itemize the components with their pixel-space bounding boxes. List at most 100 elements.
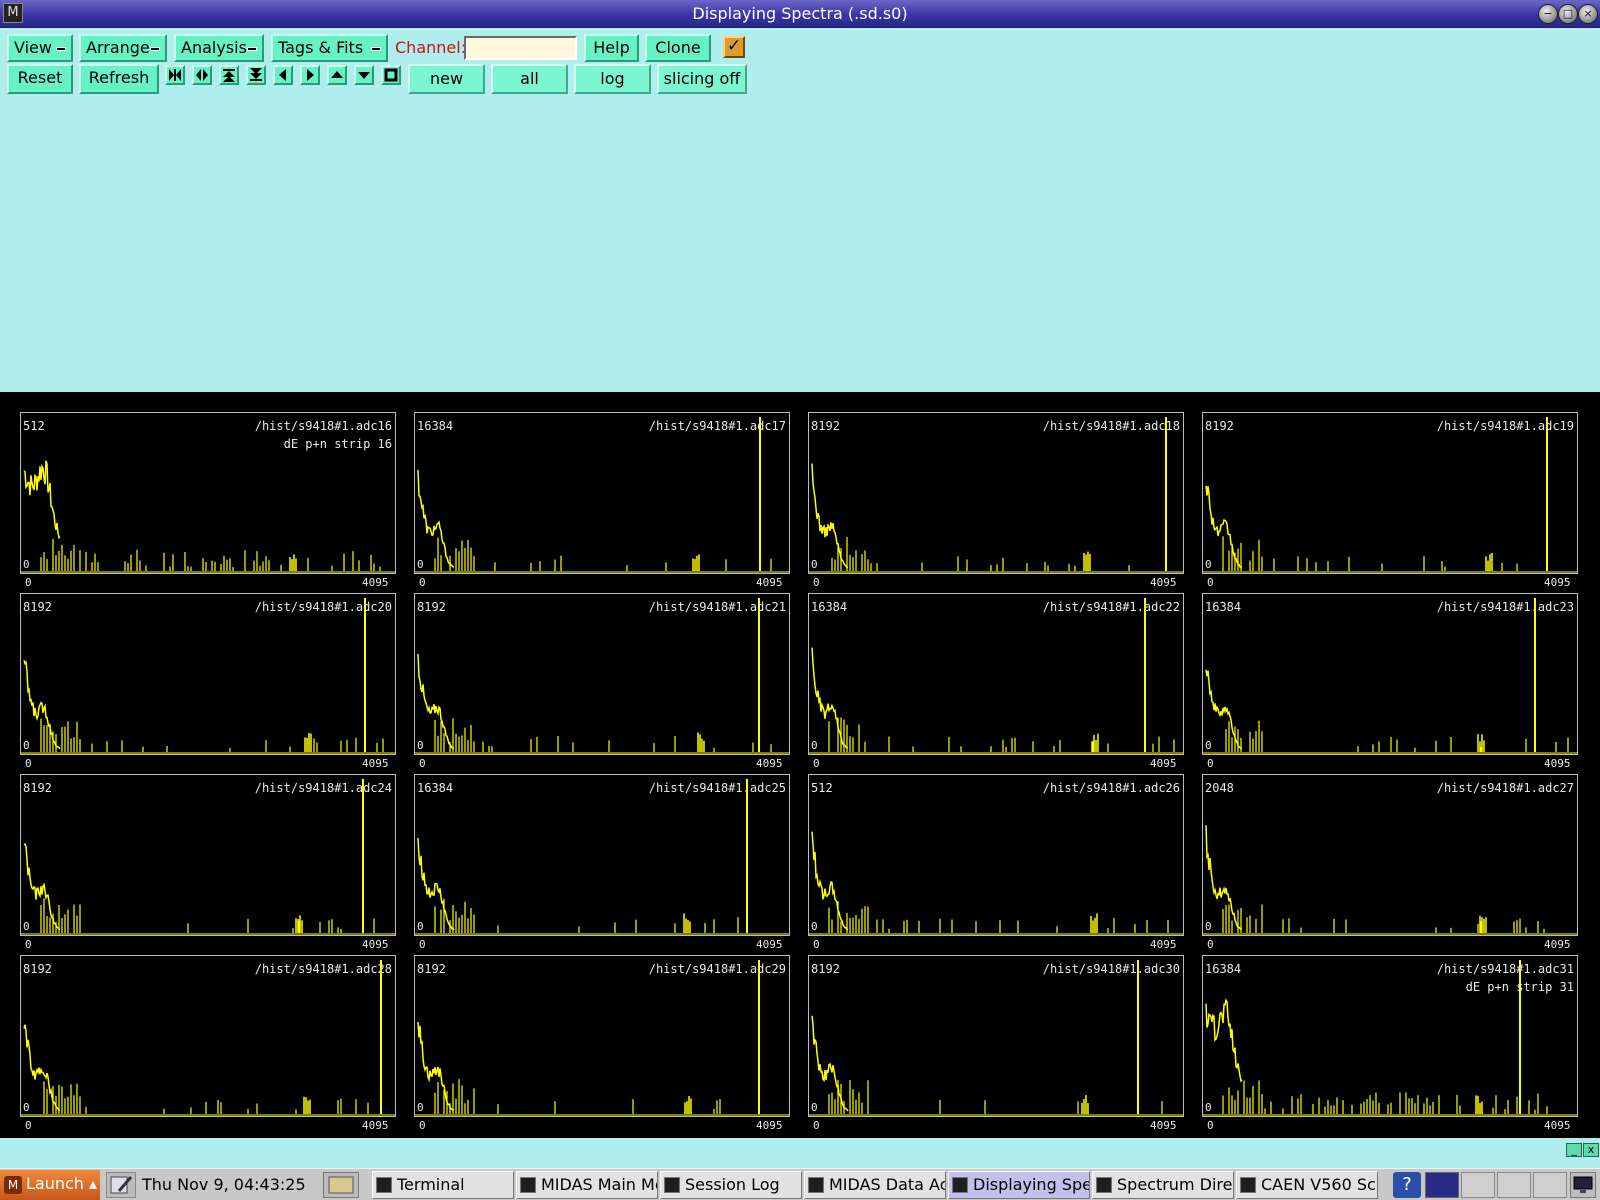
all-button[interactable]: all bbox=[491, 64, 568, 94]
spectrum-y-max: 8192 bbox=[417, 962, 446, 976]
task-displaying-spectra[interactable]: Displaying Spe bbox=[948, 1171, 1090, 1199]
top-icon[interactable] bbox=[219, 65, 239, 85]
spectrum-low-hump bbox=[1205, 998, 1243, 1083]
spectrum-panel[interactable]: 8192/hist/s9418#1.adc30 0 bbox=[808, 955, 1184, 1117]
task-midas-data[interactable]: MIDAS Data Ac bbox=[804, 1171, 946, 1199]
workspace-3[interactable] bbox=[1497, 1172, 1531, 1198]
spectrum-y-max: 8192 bbox=[23, 600, 52, 614]
spectrum-panel[interactable]: 16384/hist/s9418#1.adc25 0 bbox=[414, 774, 790, 936]
spectrum-plot bbox=[21, 960, 395, 1116]
task-caen-v560[interactable]: CAEN V560 Sc bbox=[1236, 1171, 1378, 1199]
slicing-button[interactable]: slicing off bbox=[657, 64, 747, 94]
spectrum-panel[interactable]: 16384/hist/s9418#1.adc31 dE p+n strip 31 0 bbox=[1202, 955, 1578, 1117]
expand-icon[interactable] bbox=[192, 65, 212, 85]
axis-x-max: 4095 bbox=[756, 1119, 783, 1132]
axis-x-min: 0 bbox=[1207, 1119, 1214, 1132]
spectrum-panel[interactable]: 8192/hist/s9418#1.adc19 0 bbox=[1202, 412, 1578, 574]
maximize-icon[interactable]: □ bbox=[1558, 4, 1578, 24]
desktop-icon[interactable] bbox=[323, 1172, 359, 1198]
menu-arrange[interactable]: Arrange bbox=[79, 34, 167, 62]
edit-icon[interactable] bbox=[106, 1172, 136, 1198]
axis-x-max: 4095 bbox=[1150, 576, 1177, 589]
left-icon[interactable] bbox=[273, 65, 293, 85]
menu-tags-fits[interactable]: Tags & Fits bbox=[271, 34, 388, 62]
spectrum-y-max: 16384 bbox=[1205, 962, 1242, 976]
menu-arrow-icon bbox=[150, 47, 160, 51]
spectrum-panel[interactable]: 8192/hist/s9418#1.adc24 0 bbox=[20, 774, 396, 936]
spectrum-panel[interactable]: 8192/hist/s9418#1.adc28 0 bbox=[20, 955, 396, 1117]
spectrum-plot bbox=[809, 417, 1183, 573]
workspace-1[interactable] bbox=[1425, 1172, 1459, 1198]
new-button[interactable]: new bbox=[408, 64, 485, 94]
spectrum-panel[interactable]: 16384/hist/s9418#1.adc23 0 bbox=[1202, 593, 1578, 755]
dismiss-icon[interactable]: x bbox=[1583, 1143, 1599, 1157]
spectrum-low-hump bbox=[23, 1024, 61, 1112]
spectrum-y-min: 0 bbox=[23, 1101, 30, 1114]
right-icon[interactable] bbox=[300, 65, 320, 85]
spectrum-low-hump bbox=[23, 843, 61, 931]
workspace-2[interactable] bbox=[1461, 1172, 1495, 1198]
menu-label: View bbox=[14, 38, 52, 57]
spectra-canvas[interactable]: 512/hist/s9418#1.adc16 dE p+n strip 16 0 0 4… bbox=[0, 392, 1600, 1138]
spectrum-panel[interactable]: 8192/hist/s9418#1.adc18 0 bbox=[808, 412, 1184, 574]
task-midas-main[interactable]: MIDAS Main Me bbox=[516, 1171, 658, 1199]
spectrum-low-hump bbox=[23, 460, 61, 540]
axis-x-max: 4095 bbox=[1150, 1119, 1177, 1132]
iconify-icon[interactable]: _ bbox=[1566, 1143, 1582, 1157]
spectrum-panel[interactable]: 2048/hist/s9418#1.adc27 0 bbox=[1202, 774, 1578, 936]
task-terminal[interactable]: Terminal bbox=[372, 1171, 514, 1199]
axis-x-min: 0 bbox=[813, 576, 820, 589]
down-icon[interactable] bbox=[354, 65, 374, 85]
spectrum-panel[interactable]: 8192/hist/s9418#1.adc21 0 bbox=[414, 593, 790, 755]
spectrum-y-max: 8192 bbox=[811, 962, 840, 976]
stop-icon[interactable] bbox=[381, 65, 401, 85]
first-icon[interactable] bbox=[165, 65, 185, 85]
axis-x-min: 0 bbox=[25, 757, 32, 770]
spectrum-low-hump bbox=[417, 469, 455, 568]
midas-icon bbox=[808, 1177, 824, 1193]
close-icon[interactable]: × bbox=[1578, 4, 1598, 24]
task-spectrum-directory[interactable]: Spectrum Direc bbox=[1092, 1171, 1234, 1199]
spectrum-y-min: 0 bbox=[1205, 739, 1212, 752]
spectrum-plot bbox=[415, 779, 789, 935]
spectrum-low-hump bbox=[1205, 669, 1243, 750]
task-session-log[interactable]: Session Log bbox=[660, 1171, 802, 1199]
menu-view[interactable]: View bbox=[7, 34, 73, 62]
axis-x-min: 0 bbox=[1207, 576, 1214, 589]
axis-x-min: 0 bbox=[419, 1119, 426, 1132]
spectrum-low-hump bbox=[23, 660, 61, 750]
spectrum-low-hump bbox=[417, 837, 455, 931]
clone-button[interactable]: Clone bbox=[645, 34, 711, 62]
help-button[interactable]: Help bbox=[584, 34, 639, 62]
reset-button[interactable]: Reset bbox=[7, 64, 73, 94]
axis-x-min: 0 bbox=[813, 938, 820, 951]
title-bar[interactable]: M Displaying Spectra (.sd.s0) − □ × bbox=[0, 0, 1600, 28]
spectrum-name: /hist/s9418#1.adc29 bbox=[648, 962, 786, 976]
spectrum-panel[interactable]: 16384/hist/s9418#1.adc17 0 bbox=[414, 412, 790, 574]
channel-input[interactable] bbox=[464, 36, 577, 60]
up-icon[interactable] bbox=[327, 65, 347, 85]
task-label: Displaying Spe bbox=[973, 1175, 1090, 1194]
midas-icon bbox=[952, 1177, 968, 1193]
spectrum-panel[interactable]: 8192/hist/s9418#1.adc29 0 bbox=[414, 955, 790, 1117]
caen-icon bbox=[1240, 1177, 1256, 1193]
spectrum-y-min: 0 bbox=[23, 739, 30, 752]
launch-button[interactable]: M Launch ▴ bbox=[0, 1170, 100, 1200]
help-icon[interactable]: ? bbox=[1393, 1172, 1421, 1198]
task-label: CAEN V560 Sc bbox=[1261, 1175, 1376, 1194]
minimize-icon[interactable]: − bbox=[1538, 4, 1558, 24]
enable-checkbox[interactable]: ✓ bbox=[723, 36, 745, 58]
bottom-icon[interactable] bbox=[246, 65, 266, 85]
spectrum-name: /hist/s9418#1.adc19 bbox=[1436, 419, 1574, 433]
menu-analysis[interactable]: Analysis bbox=[174, 34, 264, 62]
spectrum-panel[interactable]: 512/hist/s9418#1.adc26 0 bbox=[808, 774, 1184, 936]
spectrum-panel[interactable]: 8192/hist/s9418#1.adc20 0 bbox=[20, 593, 396, 755]
spectrum-low-hump bbox=[811, 463, 849, 569]
log-button[interactable]: log bbox=[574, 64, 651, 94]
workspace-4[interactable] bbox=[1533, 1172, 1567, 1198]
refresh-button[interactable]: Refresh bbox=[79, 64, 159, 94]
monitor-icon[interactable] bbox=[1570, 1172, 1596, 1198]
spectrum-y-max: 16384 bbox=[1205, 600, 1242, 614]
spectrum-panel[interactable]: 16384/hist/s9418#1.adc22 0 bbox=[808, 593, 1184, 755]
spectrum-panel[interactable]: 512/hist/s9418#1.adc16 dE p+n strip 16 0 bbox=[20, 412, 396, 574]
